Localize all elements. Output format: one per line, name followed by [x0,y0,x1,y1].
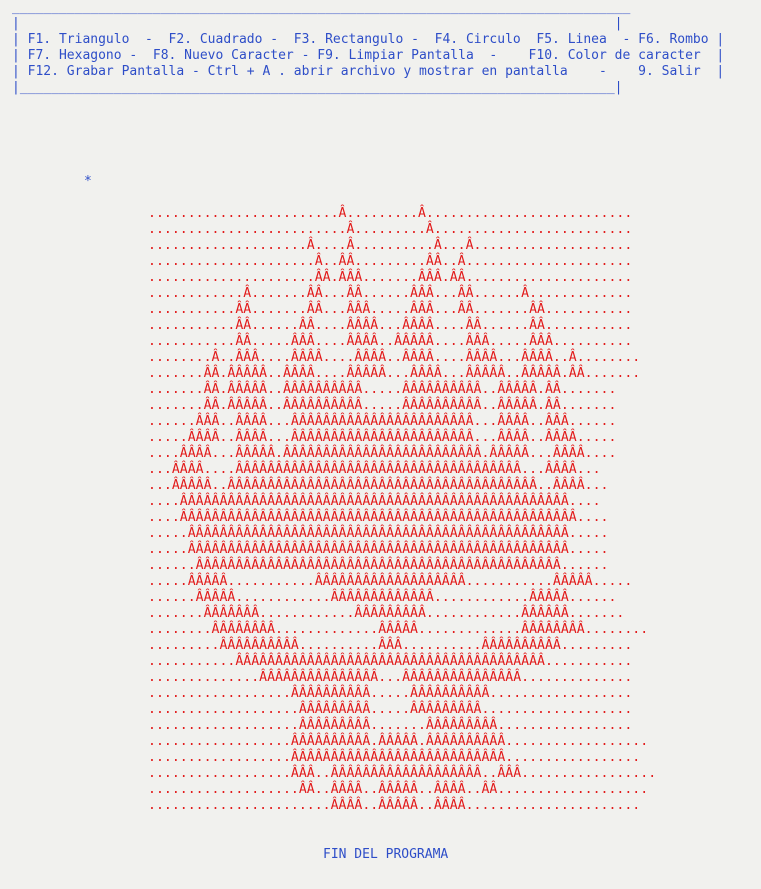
art-row: .......ÂÂ.ÂÂÂÂÂ..ÂÂÂÂ....ÂÂÂÂÂ...ÂÂÂÂ...… [148,366,641,381]
cursor-marker: * [84,174,92,189]
art-row: .......ÂÂ.ÂÂÂÂÂ..ÂÂÂÂÂÂÂÂÂÂ.....ÂÂÂÂÂÂÂÂ… [148,382,617,397]
art-row: .....ÂÂÂÂÂÂÂÂÂÂÂÂÂÂÂÂÂÂÂÂÂÂÂÂÂÂÂÂÂÂÂÂÂÂÂ… [148,526,609,541]
menu-top-border: ________________________________________… [12,0,631,15]
art-row: .......ÂÂ.ÂÂÂÂÂ..ÂÂÂÂÂÂÂÂÂÂ.....ÂÂÂÂÂÂÂÂ… [148,398,617,413]
art-row: ...................ÂÂÂÂÂÂÂÂÂ.....ÂÂÂÂÂÂÂ… [148,702,633,717]
art-row: ...ÂÂÂÂÂ..ÂÂÂÂÂÂÂÂÂÂÂÂÂÂÂÂÂÂÂÂÂÂÂÂÂÂÂÂÂÂ… [148,478,609,493]
art-row: .....................ÂÂ.ÂÂÂ.......ÂÂÂ.ÂÂ… [148,270,633,285]
art-row: ......ÂÂÂÂÂ............ÂÂÂÂÂÂÂÂÂÂÂÂÂ....… [148,590,617,605]
menu-bottom-border: |_______________________________________… [12,80,623,95]
art-row: ...................ÂÂÂÂÂÂÂÂÂ.......ÂÂÂÂÂ… [148,718,633,733]
art-row: ..................ÂÂÂÂÂÂÂÂÂÂÂÂÂÂÂÂÂÂÂÂÂÂ… [148,750,641,765]
menu-line-shapes: | F1. Triangulo - F2. Cuadrado - F3. Rec… [12,32,725,47]
art-row: ............Â.......ÂÂ...ÂÂ......ÂÂÂ...Â… [148,286,633,301]
menu-line-tools: | F7. Hexagono - F8. Nuevo Caracter - F9… [12,48,725,63]
art-row: ........Â..ÂÂÂ....ÂÂÂÂ....ÂÂÂÂ..ÂÂÂÂ....… [148,350,641,365]
art-row: ....................Â....Â..........Â...… [148,238,633,253]
art-row: ....ÂÂÂÂÂÂÂÂÂÂÂÂÂÂÂÂÂÂÂÂÂÂÂÂÂÂÂÂÂÂÂÂÂÂÂÂ… [148,494,601,509]
art-row: .....ÂÂÂÂÂ...........ÂÂÂÂÂÂÂÂÂÂÂÂÂÂÂÂÂÂÂ… [148,574,633,589]
art-row: .....................Â..ÂÂ.........ÂÂ..Â… [148,254,633,269]
art-row: ........................Â.........Â.....… [148,206,633,221]
art-row: ......ÂÂÂÂÂÂÂÂÂÂÂÂÂÂÂÂÂÂÂÂÂÂÂÂÂÂÂÂÂÂÂÂÂÂ… [148,558,609,573]
art-row: .......................ÂÂÂÂ..ÂÂÂÂÂ..ÂÂÂÂ… [148,798,641,813]
art-row: ..................ÂÂÂÂÂÂÂÂÂÂ.....ÂÂÂÂÂÂÂ… [148,686,633,701]
menu-line-file-exit: | F12. Grabar Pantalla - Ctrl + A . abri… [12,64,725,79]
function-key-menu: ________________________________________… [12,0,724,96]
art-row: ......ÂÂÂ..ÂÂÂÂ...ÂÂÂÂÂÂÂÂÂÂÂÂÂÂÂÂÂÂÂÂÂÂ… [148,414,617,429]
art-row: ...ÂÂÂÂ....ÂÂÂÂÂÂÂÂÂÂÂÂÂÂÂÂÂÂÂÂÂÂÂÂÂÂÂÂÂ… [148,462,601,477]
art-row: ........ÂÂÂÂÂÂÂÂ.............ÂÂÂÂÂ......… [148,622,649,637]
art-row: .......ÂÂÂÂÂÂÂ............ÂÂÂÂÂÂÂÂÂ.....… [148,606,625,621]
art-row: ...................ÂÂ..ÂÂÂÂ..ÂÂÂÂÂ..ÂÂÂÂ… [148,782,649,797]
art-row: ...........ÂÂ.....ÂÂÂ....ÂÂÂÂ..ÂÂÂÂÂ....… [148,334,633,349]
art-row: ....ÂÂÂÂÂÂÂÂÂÂÂÂÂÂÂÂÂÂÂÂÂÂÂÂÂÂÂÂÂÂÂÂÂÂÂÂ… [148,510,609,525]
art-row: ..................ÂÂÂÂÂÂÂÂÂÂ.ÂÂÂÂÂ.ÂÂÂÂÂ… [148,734,649,749]
art-row: .....ÂÂÂÂÂÂÂÂÂÂÂÂÂÂÂÂÂÂÂÂÂÂÂÂÂÂÂÂÂÂÂÂÂÂÂ… [148,542,609,557]
art-row: .........ÂÂÂÂÂÂÂÂÂÂ..........ÂÂÂ........… [148,638,633,653]
art-row: ...........ÂÂÂÂÂÂÂÂÂÂÂÂÂÂÂÂÂÂÂÂÂÂÂÂÂÂÂÂÂ… [148,654,633,669]
art-row: ...........ÂÂ.......ÂÂ...ÂÂÂ.....ÂÂÂ...Â… [148,302,633,317]
art-row: .....ÂÂÂÂ..ÂÂÂÂ...ÂÂÂÂÂÂÂÂÂÂÂÂÂÂÂÂÂÂÂÂÂÂ… [148,430,617,445]
end-of-program-message: FIN DEL PROGRAMA [323,847,449,862]
art-row: ....ÂÂÂÂ...ÂÂÂÂÂ.ÂÂÂÂÂÂÂÂÂÂÂÂÂÂÂÂÂÂÂÂÂÂÂ… [148,446,617,461]
art-row: ..............ÂÂÂÂÂÂÂÂÂÂÂÂÂÂÂ...ÂÂÂÂÂÂÂÂ… [148,670,633,685]
art-row: ..................ÂÂÂ..ÂÂÂÂÂÂÂÂÂÂÂÂÂÂÂÂÂ… [148,766,657,781]
ascii-art-canvas: ........................Â.........Â.....… [148,206,656,814]
art-row: ...........ÂÂ......ÂÂ....ÂÂÂÂ...ÂÂÂÂ....… [148,318,633,333]
art-row: .........................Â.........Â....… [148,222,633,237]
menu-line-blank: | | [12,16,623,31]
